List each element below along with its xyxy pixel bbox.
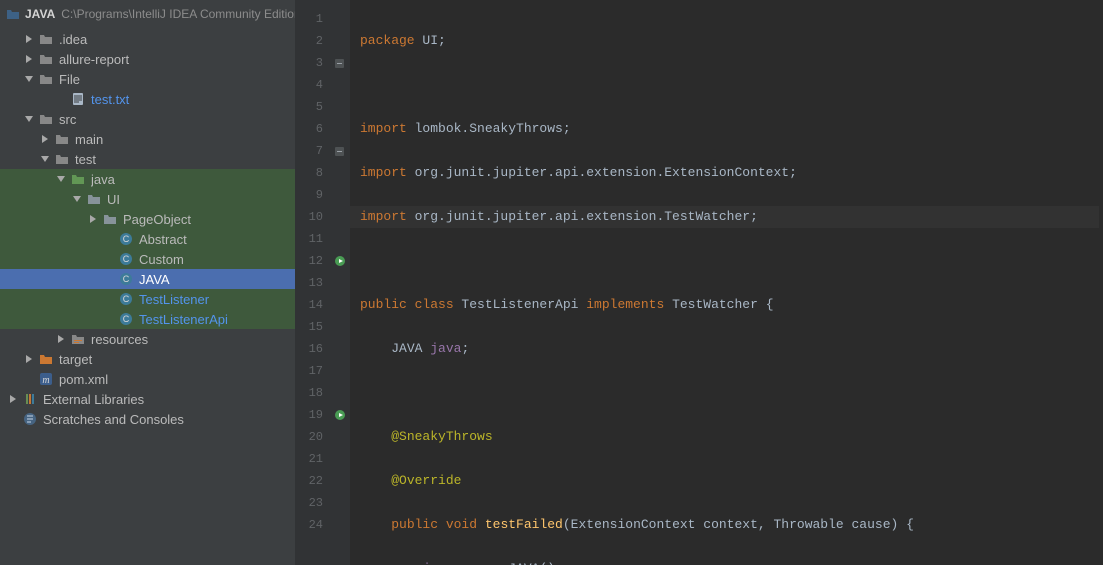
project-tree[interactable]: .idea allure-report File test.txt src ma… [0, 27, 295, 429]
tree-item-pageobject[interactable]: PageObject [0, 209, 295, 229]
folder-icon [38, 111, 54, 127]
folder-icon [102, 211, 118, 227]
chevron-down-icon[interactable] [22, 72, 36, 86]
resources-icon [70, 331, 86, 347]
maven-icon [38, 371, 54, 387]
line-numbers: 123456789101112131415161718192021222324 [295, 0, 329, 565]
file-icon [70, 91, 86, 107]
folder-icon [38, 71, 54, 87]
tree-item-resources[interactable]: resources [0, 329, 295, 349]
chevron-down-icon[interactable] [22, 112, 36, 126]
class-icon [118, 231, 134, 247]
tree-item-pom[interactable]: pom.xml [0, 369, 295, 389]
folder-icon [38, 31, 54, 47]
fold-icon [329, 52, 350, 74]
tree-item-external-libs[interactable]: External Libraries [0, 389, 295, 409]
tree-item-test-txt[interactable]: test.txt [0, 89, 295, 109]
tree-item-target[interactable]: target [0, 349, 295, 369]
chevron-down-icon[interactable] [38, 152, 52, 166]
tree-item-file[interactable]: File [0, 69, 295, 89]
tree-item-java[interactable]: java [0, 169, 295, 189]
ide-root: JAVA C:\Programs\IntelliJ IDEA Community… [0, 0, 1103, 565]
tree-item-idea[interactable]: .idea [0, 29, 295, 49]
project-name: JAVA [25, 7, 55, 21]
folder-green-icon [70, 171, 86, 187]
chevron-down-icon[interactable] [54, 172, 68, 186]
code-editor[interactable]: 123456789101112131415161718192021222324 … [295, 0, 1103, 565]
chevron-right-icon[interactable] [6, 392, 20, 406]
project-sidebar[interactable]: JAVA C:\Programs\IntelliJ IDEA Community… [0, 0, 295, 565]
chevron-right-icon[interactable] [22, 32, 36, 46]
folder-icon [86, 191, 102, 207]
fold-icon [329, 140, 350, 162]
chevron-right-icon[interactable] [22, 352, 36, 366]
chevron-down-icon[interactable] [70, 192, 84, 206]
tree-item-testlistener[interactable]: TestListener [0, 289, 295, 309]
tree-item-custom[interactable]: Custom [0, 249, 295, 269]
breadcrumb: JAVA C:\Programs\IntelliJ IDEA Community… [0, 0, 295, 27]
class-icon [118, 311, 134, 327]
editor-gutter[interactable]: 123456789101112131415161718192021222324 [295, 0, 350, 565]
folder-icon [38, 51, 54, 67]
code-area[interactable]: package UI; import lombok.SneakyThrows; … [350, 0, 1103, 565]
tree-item-test[interactable]: test [0, 149, 295, 169]
tree-item-allure[interactable]: allure-report [0, 49, 295, 69]
run-gutter-icon[interactable] [329, 404, 350, 426]
chevron-right-icon[interactable] [86, 212, 100, 226]
project-icon [6, 6, 20, 22]
tree-item-src[interactable]: src [0, 109, 295, 129]
chevron-right-icon[interactable] [54, 332, 68, 346]
tree-item-abstract[interactable]: Abstract [0, 229, 295, 249]
tree-item-scratches[interactable]: Scratches and Consoles [0, 409, 295, 429]
project-path: C:\Programs\IntelliJ IDEA Community Edit… [61, 7, 295, 21]
class-icon [118, 291, 134, 307]
class-icon [118, 251, 134, 267]
chevron-right-icon[interactable] [38, 132, 52, 146]
tree-item-testlistenerapi[interactable]: TestListenerApi [0, 309, 295, 329]
tree-item-main[interactable]: main [0, 129, 295, 149]
folder-icon [54, 151, 70, 167]
gutter-markers[interactable] [329, 0, 350, 565]
run-gutter-icon[interactable] [329, 250, 350, 272]
scratch-icon [22, 411, 38, 427]
class-icon [118, 271, 134, 287]
chevron-right-icon[interactable] [22, 52, 36, 66]
folder-icon [54, 131, 70, 147]
folder-orange-icon [38, 351, 54, 367]
tree-item-java-class[interactable]: JAVA [0, 269, 295, 289]
tree-item-ui[interactable]: UI [0, 189, 295, 209]
library-icon [22, 391, 38, 407]
